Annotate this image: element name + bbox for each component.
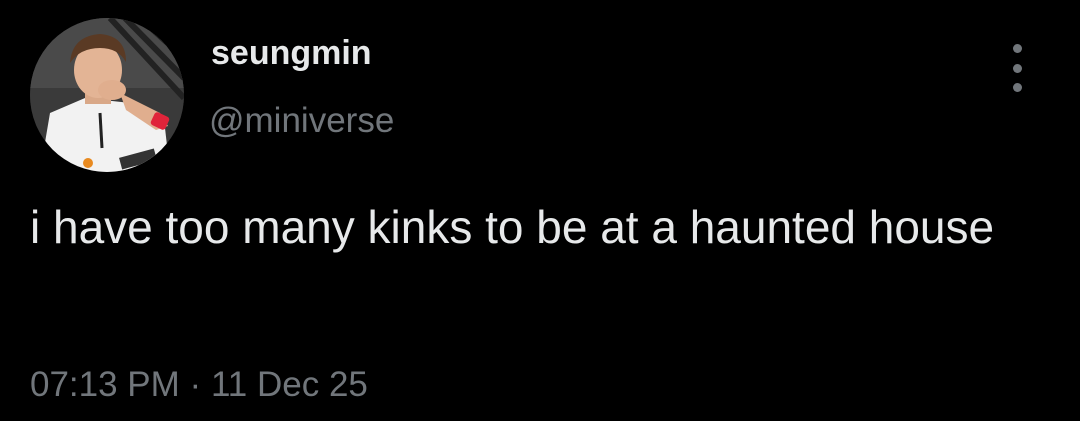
- tweet-card: seungmin @miniverse i have too many kink…: [0, 0, 1080, 421]
- user-handle[interactable]: @miniverse: [209, 101, 394, 141]
- tweet-text: i have too many kinks to be at a haunted…: [30, 201, 995, 253]
- tweet-timestamp[interactable]: 07:13 PM · 11 Dec 25: [30, 365, 368, 405]
- timestamp-separator: ·: [189, 365, 202, 404]
- more-options-button[interactable]: [1002, 44, 1032, 92]
- more-vertical-icon-dot-3: [1012, 83, 1022, 92]
- more-vertical-icon: [1012, 44, 1022, 53]
- display-name[interactable]: seungmin: [211, 34, 372, 73]
- tweet-date: 11 Dec 25: [210, 365, 368, 404]
- avatar-photo: [30, 18, 184, 172]
- more-vertical-icon-dot-2: [1012, 63, 1022, 73]
- tweet-time: 07:13 PM: [30, 365, 180, 404]
- avatar[interactable]: [30, 18, 184, 172]
